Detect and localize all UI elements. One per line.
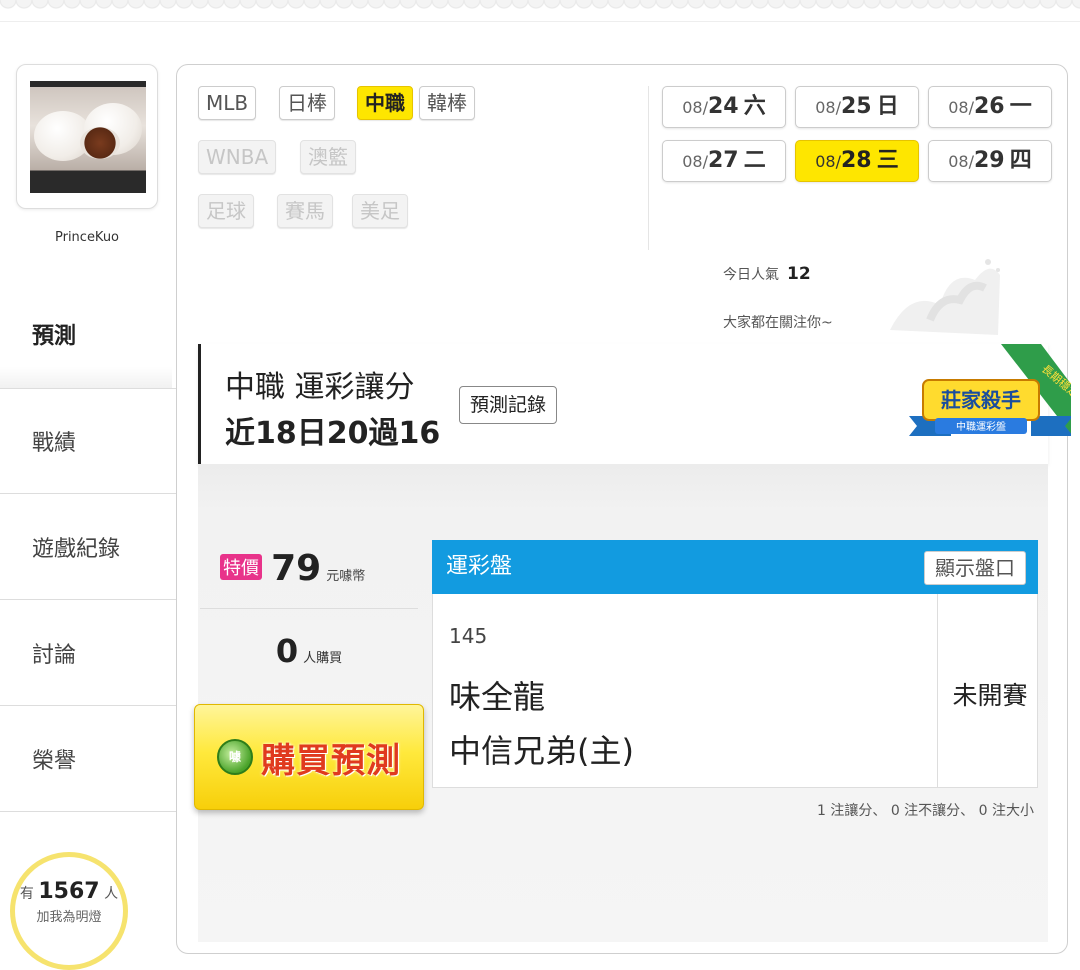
- date-button-0824[interactable]: 08/24 六: [662, 86, 786, 128]
- svg-text:莊家殺手: 莊家殺手: [941, 388, 1021, 412]
- date-button-0827[interactable]: 08/27 二: [662, 140, 786, 182]
- sidebar-item-record[interactable]: 戰績: [0, 388, 176, 494]
- popularity-today: 今日人氣 12: [723, 264, 811, 284]
- vertical-divider: [648, 86, 649, 250]
- buy-prediction-button[interactable]: 噱 購買預測: [194, 704, 424, 810]
- sidebar-item-honors[interactable]: 榮譽: [0, 706, 176, 812]
- sidebar-item-game-log[interactable]: 遊戲紀錄: [0, 494, 176, 600]
- sidebar-item-predict[interactable]: 預測: [0, 280, 180, 388]
- prediction-record-button[interactable]: 預測記錄: [459, 386, 558, 424]
- game-id: 145: [449, 624, 488, 648]
- date-button-0826[interactable]: 08/26 一: [928, 86, 1052, 128]
- fans-text: 加我為明燈: [36, 910, 102, 925]
- popularity-message: 大家都在關注你~: [723, 315, 833, 331]
- home-team: 中信兄弟(主): [449, 732, 634, 770]
- price-unit: 元噱幣: [326, 569, 366, 584]
- league-tab-soccer[interactable]: 足球: [198, 194, 254, 228]
- league-tab-wnba[interactable]: WNBA: [198, 140, 277, 174]
- price-divider: [200, 608, 418, 609]
- date-button-0825[interactable]: 08/25 日: [795, 86, 919, 128]
- avatar[interactable]: [16, 64, 158, 209]
- sidebar-item-label: 討論: [32, 642, 77, 668]
- buy-prediction-label: 購買預測: [261, 740, 401, 781]
- banker-killer-badge-icon: 長期穩定 莊家殺手 中職運彩盤: [909, 344, 1071, 436]
- date-button-0829[interactable]: 08/29 四: [928, 140, 1052, 182]
- fans-suffix: 人: [104, 886, 119, 902]
- svg-text:中職運彩盤: 中職運彩盤: [956, 420, 1006, 433]
- league-tab-nbl[interactable]: 澳籃: [300, 140, 356, 174]
- game-card: 145 味全龍 中信兄弟(主) 未開賽: [432, 594, 1038, 788]
- league-tab-kbo[interactable]: 韓棒: [419, 86, 475, 120]
- show-odds-button[interactable]: 顯示盤口: [924, 551, 1026, 585]
- username[interactable]: PrinceKuo: [0, 230, 174, 245]
- coin-icon: 噱: [217, 739, 253, 775]
- sidebar-item-label: 榮譽: [32, 748, 77, 774]
- fans-count: 1567: [38, 879, 100, 904]
- league-tab-nfl[interactable]: 美足: [352, 194, 408, 228]
- price-display: 特價 79 元噱幣: [220, 548, 410, 589]
- date-button-0828[interactable]: 08/28 三: [795, 140, 919, 182]
- sidebar-item-label: 戰績: [32, 431, 77, 456]
- odds-header-title: 運彩盤: [446, 554, 513, 579]
- league-tab-npb[interactable]: 日棒: [279, 86, 335, 120]
- popularity-value: 12: [787, 264, 811, 284]
- sidebar-item-label: 預測: [32, 324, 77, 349]
- away-team: 味全龍: [449, 678, 546, 716]
- top-decorative-strip: [0, 0, 1080, 22]
- page-title: 中職 運彩讓分: [225, 370, 415, 405]
- fans-prefix: 有: [19, 886, 34, 902]
- win-record: 近18日20過16: [225, 416, 441, 451]
- price-value: 79: [271, 548, 322, 589]
- sidebar-item-label: 遊戲紀錄: [32, 536, 121, 562]
- avatar-image: [30, 81, 146, 193]
- sidebar-menu: 預測 戰績 遊戲紀錄 討論 榮譽: [0, 280, 180, 812]
- odds-header: 運彩盤 顯示盤口: [432, 540, 1038, 594]
- prediction-title-box: 中職 運彩讓分 近18日20過16 預測記錄 長期穩定 莊家殺手 中職運彩盤: [198, 344, 1071, 464]
- fans-counter[interactable]: 有 1567 人 加我為明燈: [10, 852, 128, 970]
- bet-summary: 1 注讓分、 0 注不讓分、 0 注大小: [817, 803, 1034, 819]
- sale-tag: 特價: [220, 554, 262, 580]
- league-tab-mlb[interactable]: MLB: [198, 86, 257, 120]
- decorative-figure-icon: [890, 259, 1000, 335]
- game-divider: [937, 594, 938, 788]
- buyers-count: 0 人購買: [275, 632, 343, 670]
- league-tab-cpbl[interactable]: 中職: [357, 86, 413, 120]
- game-status: 未開賽: [952, 681, 1028, 710]
- league-tab-horse-racing[interactable]: 賽馬: [277, 194, 333, 228]
- sidebar-item-discussion[interactable]: 討論: [0, 600, 176, 706]
